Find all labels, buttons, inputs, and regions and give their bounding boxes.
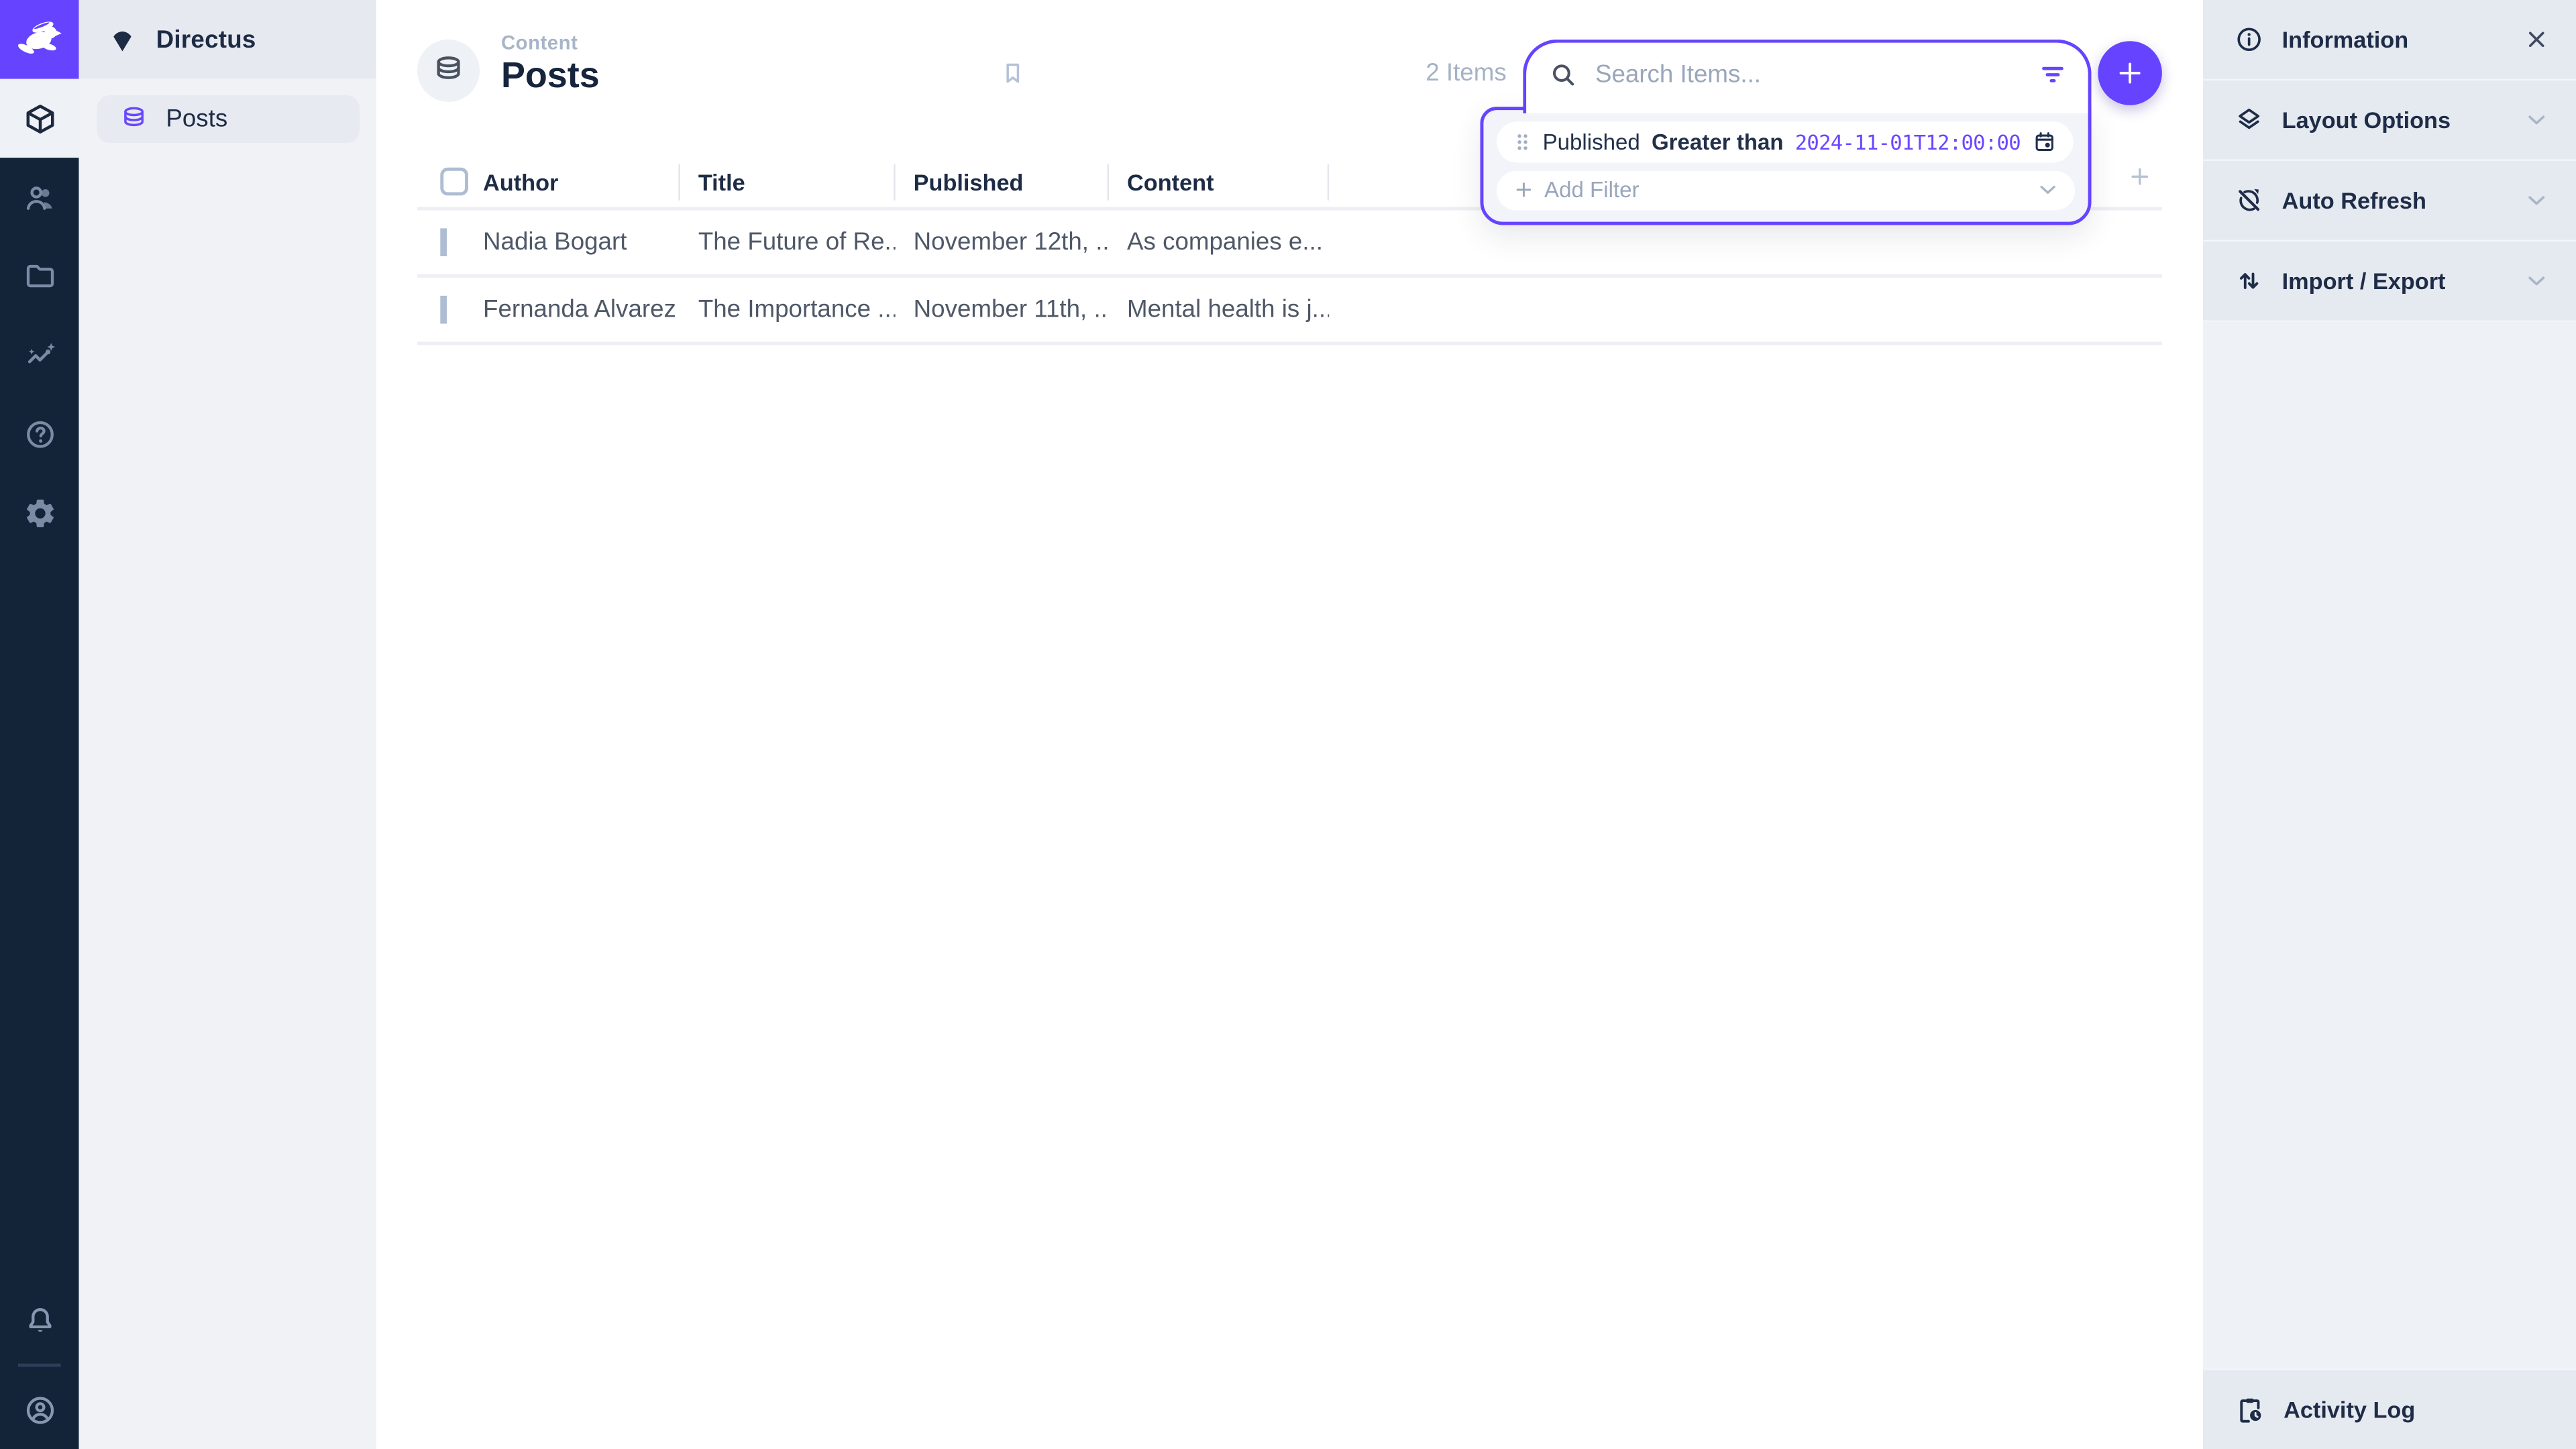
- page-title: Posts: [501, 54, 600, 97]
- cell-author: Fernanda Alvarez: [483, 296, 680, 324]
- section-label: Import / Export: [2282, 268, 2446, 294]
- filter-rule[interactable]: Published Greater than 2024-11-01T12:00:…: [1497, 121, 2073, 162]
- file-library-icon: [22, 259, 56, 293]
- settings-icon: [22, 495, 56, 529]
- filter-value[interactable]: 2024-11-01T12:00:00: [1795, 129, 2021, 154]
- plus-icon: [1513, 180, 1535, 201]
- module-help[interactable]: [0, 394, 79, 474]
- sidebar-item-posts[interactable]: Posts: [97, 95, 360, 143]
- navigation-sidebar: Directus Posts: [79, 0, 376, 1449]
- cell-author: Nadia Bogart: [483, 228, 680, 256]
- sidebar-section-layout-options[interactable]: Layout Options: [2203, 80, 2576, 161]
- create-item-button[interactable]: [2098, 41, 2162, 105]
- select-all-checkbox[interactable]: [440, 168, 468, 196]
- sidebar-item-label: Posts: [166, 105, 227, 133]
- table-row[interactable]: Fernanda Alvarez The Importance ... Nove…: [417, 278, 2162, 345]
- module-bar-spacer: [0, 552, 79, 1281]
- chevron-down-icon: [2035, 178, 2060, 203]
- right-sidebar: Information Layout Options: [2203, 0, 2576, 1449]
- cell-title: The Importance ...: [680, 296, 896, 324]
- sidebar-section-import-export[interactable]: Import / Export: [2203, 241, 2576, 322]
- module-bar-divider: [18, 1364, 61, 1367]
- activity-log-icon: [2235, 1394, 2266, 1426]
- row-checkbox[interactable]: [440, 228, 447, 256]
- module-content[interactable]: [0, 79, 79, 158]
- item-count: 2 Items: [1355, 59, 1506, 87]
- plus-icon: [2114, 58, 2146, 89]
- column-header-content[interactable]: Content: [1109, 156, 1329, 207]
- notifications-icon: [22, 1303, 56, 1338]
- help-icon: [22, 417, 56, 451]
- fan-icon: [107, 24, 138, 56]
- module-bar: [0, 0, 79, 1449]
- auto-refresh-off-icon: [2235, 186, 2264, 215]
- sidebar-section-information[interactable]: Information: [2203, 0, 2576, 80]
- module-insights[interactable]: [0, 315, 79, 394]
- content-module-icon: [22, 101, 56, 136]
- column-header-author[interactable]: Author: [483, 156, 680, 207]
- cell-published: November 11th, ...: [896, 296, 1109, 324]
- bookmark-icon[interactable]: [999, 59, 1027, 87]
- cell-content: As companies e...: [1109, 228, 1329, 256]
- search-icon: [1548, 59, 1579, 91]
- activity-log-label: Activity Log: [2284, 1397, 2415, 1423]
- project-name: Directus: [156, 25, 256, 54]
- close-icon[interactable]: [2524, 26, 2550, 52]
- search-bar: [1523, 40, 2091, 113]
- calendar-icon[interactable]: [2032, 129, 2057, 154]
- module-file-library[interactable]: [0, 237, 79, 316]
- row-checkbox[interactable]: [440, 296, 447, 324]
- breadcrumb: Content: [501, 32, 578, 54]
- account-button[interactable]: [0, 1370, 79, 1449]
- section-label: Auto Refresh: [2282, 187, 2426, 213]
- chevron-down-icon: [2524, 187, 2550, 213]
- search-input[interactable]: [1592, 59, 2024, 91]
- info-icon: [2235, 25, 2264, 54]
- filter-icon[interactable]: [2037, 59, 2069, 91]
- add-filter-button[interactable]: Add Filter: [1497, 170, 2075, 210]
- filter-panel: Published Greater than 2024-11-01T12:00:…: [1481, 107, 2092, 225]
- filter-operator[interactable]: Greater than: [1652, 129, 1784, 154]
- chevron-down-icon: [2524, 107, 2550, 133]
- column-header-published[interactable]: Published: [896, 156, 1109, 207]
- directus-logo[interactable]: [0, 0, 79, 79]
- main-content: Content Posts 2 Items: [376, 0, 2203, 1449]
- filter-field[interactable]: Published: [1543, 129, 1640, 154]
- module-settings[interactable]: [0, 473, 79, 552]
- import-export-icon: [2235, 266, 2264, 296]
- directus-rabbit-icon: [11, 11, 67, 67]
- insights-icon: [22, 337, 56, 372]
- layers-icon: [2235, 105, 2264, 135]
- user-directory-icon: [22, 180, 56, 214]
- cell-published: November 12th, ...: [896, 228, 1109, 256]
- database-icon: [432, 54, 465, 87]
- add-filter-label: Add Filter: [1544, 178, 1640, 203]
- database-icon: [120, 105, 148, 133]
- select-all-cell: [417, 156, 483, 207]
- chevron-down-icon: [2524, 268, 2550, 294]
- section-label: Layout Options: [2282, 107, 2451, 133]
- cell-title: The Future of Re...: [680, 228, 896, 256]
- sidebar-section-auto-refresh[interactable]: Auto Refresh: [2203, 161, 2576, 241]
- module-user-directory[interactable]: [0, 158, 79, 237]
- account-icon: [22, 1393, 56, 1427]
- section-label: Information: [2282, 26, 2409, 52]
- project-header[interactable]: Directus: [79, 0, 376, 79]
- column-header-title[interactable]: Title: [680, 156, 896, 207]
- directus-app: Directus Posts Content: [0, 0, 2576, 1449]
- activity-log-button[interactable]: Activity Log: [2203, 1368, 2576, 1449]
- notifications-button[interactable]: [0, 1281, 79, 1360]
- drag-handle-icon[interactable]: [1513, 131, 1532, 152]
- cell-content: Mental health is j...: [1109, 296, 1329, 324]
- collection-icon-circle: [417, 40, 480, 102]
